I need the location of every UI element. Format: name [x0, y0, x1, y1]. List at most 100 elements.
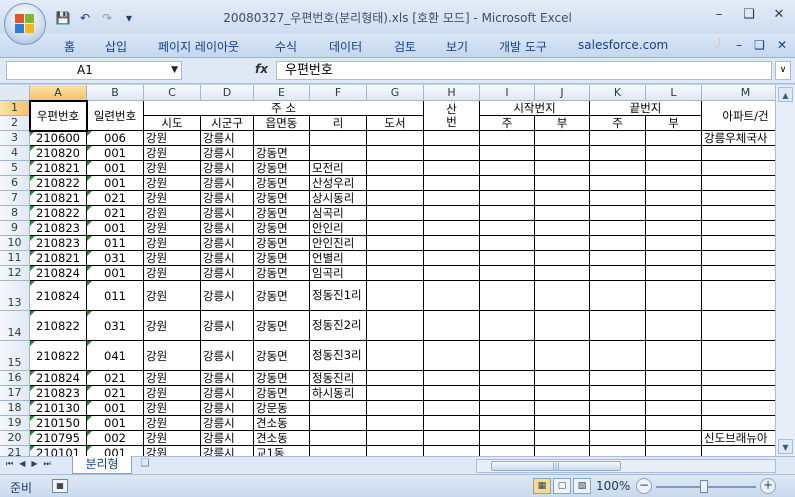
row-header[interactable]: 16: [0, 371, 30, 386]
table-cell[interactable]: 강릉시: [201, 221, 254, 236]
header-apartment[interactable]: 아파트/건: [702, 101, 775, 131]
table-cell[interactable]: 신도브래뉴아: [702, 431, 775, 446]
table-cell[interactable]: 강원: [144, 221, 201, 236]
horizontal-scrollbar[interactable]: |||: [476, 459, 776, 473]
zoom-in-icon[interactable]: +: [760, 478, 776, 494]
table-cell[interactable]: 교1동: [254, 446, 310, 456]
table-cell[interactable]: 강릉시: [201, 431, 254, 446]
table-cell[interactable]: 강원: [144, 341, 201, 371]
tab-review[interactable]: 검토: [394, 38, 416, 55]
table-cell[interactable]: 강동면: [254, 371, 310, 386]
table-cell[interactable]: 강원: [144, 386, 201, 401]
table-cell[interactable]: 강동면: [254, 206, 310, 221]
tab-developer[interactable]: 개발 도구: [499, 38, 547, 55]
table-cell[interactable]: [646, 161, 702, 176]
table-cell[interactable]: [702, 281, 775, 311]
page-layout-view-icon[interactable]: ▢: [553, 478, 571, 494]
table-cell[interactable]: [367, 191, 424, 206]
name-box-dropdown-icon[interactable]: ▼: [171, 62, 178, 79]
table-cell[interactable]: [590, 416, 646, 431]
insert-function-icon[interactable]: fx: [255, 62, 268, 76]
table-cell[interactable]: [590, 371, 646, 386]
table-cell[interactable]: [367, 281, 424, 311]
table-cell[interactable]: [590, 431, 646, 446]
header-serial[interactable]: 일련번호: [87, 101, 144, 131]
table-cell[interactable]: [424, 446, 480, 456]
table-cell[interactable]: [535, 311, 590, 341]
column-header[interactable]: M: [702, 85, 775, 101]
table-cell[interactable]: [702, 311, 775, 341]
tab-page-layout[interactable]: 페이지 레이아웃: [158, 38, 239, 55]
table-cell[interactable]: [702, 446, 775, 456]
table-cell[interactable]: 강원: [144, 161, 201, 176]
table-cell[interactable]: [310, 446, 367, 456]
table-cell[interactable]: [535, 386, 590, 401]
table-cell[interactable]: [535, 416, 590, 431]
tab-salesforce[interactable]: salesforce.com: [578, 38, 668, 52]
row-header[interactable]: 6: [0, 176, 30, 191]
table-cell[interactable]: 강원: [144, 146, 201, 161]
table-cell[interactable]: [367, 161, 424, 176]
table-cell[interactable]: 강릉우체국사: [702, 131, 775, 146]
table-cell[interactable]: 001: [87, 416, 144, 431]
table-cell[interactable]: [702, 401, 775, 416]
table-cell[interactable]: 강동면: [254, 191, 310, 206]
table-cell[interactable]: [367, 371, 424, 386]
zoom-level[interactable]: 100%: [596, 479, 630, 493]
table-cell[interactable]: [480, 251, 535, 266]
table-cell[interactable]: 강릉시: [201, 446, 254, 456]
table-cell[interactable]: 강동면: [254, 146, 310, 161]
row-header[interactable]: 11: [0, 251, 30, 266]
table-cell[interactable]: [367, 341, 424, 371]
help-icon[interactable]: ❔: [709, 38, 724, 52]
table-row[interactable]: 210822: [30, 311, 87, 341]
table-row[interactable]: 210823: [30, 386, 87, 401]
header-address[interactable]: 주 소: [144, 101, 424, 116]
table-cell[interactable]: 강원: [144, 416, 201, 431]
table-cell[interactable]: [254, 131, 310, 146]
table-row[interactable]: 210101: [30, 446, 87, 456]
table-cell[interactable]: [535, 446, 590, 456]
name-box[interactable]: A1 ▼: [6, 61, 182, 80]
table-cell[interactable]: [702, 416, 775, 431]
table-cell[interactable]: 정동진3리: [310, 341, 367, 371]
table-cell[interactable]: [646, 236, 702, 251]
table-cell[interactable]: [424, 266, 480, 281]
table-cell[interactable]: 강원: [144, 131, 201, 146]
table-cell[interactable]: [424, 371, 480, 386]
row-header[interactable]: 15: [0, 341, 30, 371]
table-cell[interactable]: [535, 341, 590, 371]
column-header[interactable]: D: [201, 85, 254, 101]
table-row[interactable]: 210822: [30, 206, 87, 221]
header-island[interactable]: 도서: [367, 116, 424, 131]
horizontal-scroll-thumb[interactable]: |||: [491, 461, 621, 471]
table-cell[interactable]: 강릉시: [201, 386, 254, 401]
table-cell[interactable]: [646, 281, 702, 311]
table-cell[interactable]: [646, 416, 702, 431]
table-cell[interactable]: [646, 446, 702, 456]
table-cell[interactable]: 002: [87, 431, 144, 446]
column-header[interactable]: A: [30, 85, 87, 101]
table-cell[interactable]: 견소동: [254, 416, 310, 431]
table-row[interactable]: 210821: [30, 191, 87, 206]
table-cell[interactable]: [424, 131, 480, 146]
normal-view-icon[interactable]: ▦: [533, 478, 551, 494]
table-cell[interactable]: [480, 236, 535, 251]
table-cell[interactable]: [535, 236, 590, 251]
table-cell[interactable]: 강동면: [254, 341, 310, 371]
table-cell[interactable]: [535, 266, 590, 281]
table-cell[interactable]: 강원: [144, 401, 201, 416]
table-cell[interactable]: [367, 311, 424, 341]
table-cell[interactable]: 강릉시: [201, 341, 254, 371]
table-cell[interactable]: 강릉시: [201, 401, 254, 416]
row-header[interactable]: 7: [0, 191, 30, 206]
row-header[interactable]: 1: [0, 101, 30, 116]
table-cell[interactable]: 강릉시: [201, 191, 254, 206]
row-header[interactable]: 14: [0, 311, 30, 341]
table-row[interactable]: 210795: [30, 431, 87, 446]
table-cell[interactable]: [646, 266, 702, 281]
worksheet-grid[interactable]: A B C D E F G H I J K L M 1 2 3 4 5 6 7 8 9 10 11 12 13 14 15 16 17 18…: [0, 85, 775, 456]
table-cell[interactable]: [480, 281, 535, 311]
table-cell[interactable]: [590, 311, 646, 341]
table-cell[interactable]: 강원: [144, 176, 201, 191]
